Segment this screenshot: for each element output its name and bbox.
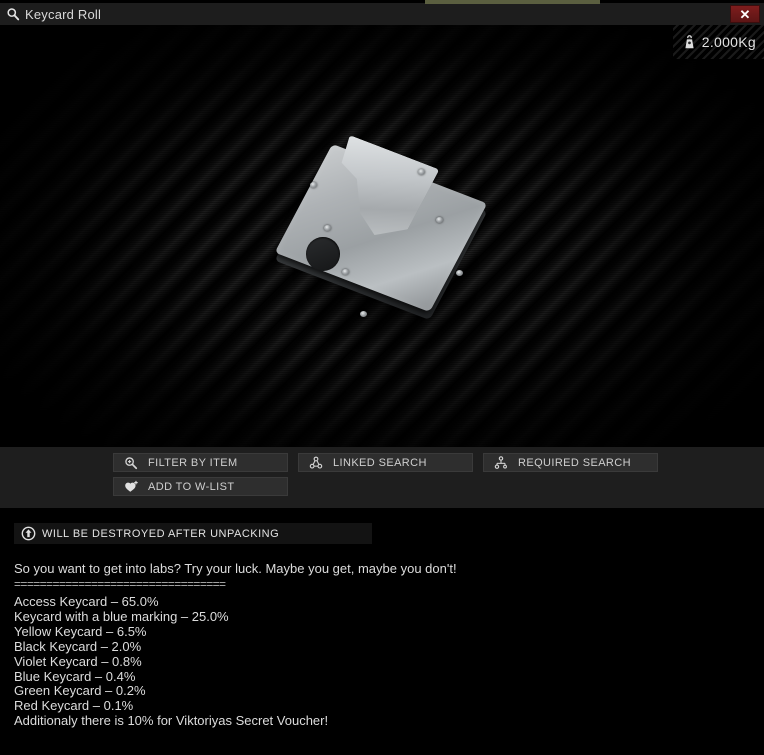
- item-preview-area: 2.000Kg: [0, 25, 764, 447]
- item-weight-badge: 2.000Kg: [672, 25, 764, 59]
- item-image: [274, 137, 488, 342]
- heart-plus-icon: [114, 478, 148, 495]
- linked-nodes-icon: [299, 454, 333, 471]
- add-to-wishlist-label: ADD TO W-LIST: [148, 480, 235, 493]
- rivet: [418, 169, 425, 175]
- required-nodes-icon: [484, 454, 518, 471]
- rivet: [360, 311, 367, 317]
- loot-row: Access Keycard – 65.0%: [14, 594, 159, 609]
- linked-search-label: LINKED SEARCH: [333, 456, 427, 469]
- loot-row: Blue Keycard – 0.4%: [14, 668, 136, 684]
- window-title: Keycard Roll: [25, 6, 102, 22]
- filter-by-item-button[interactable]: FILTER BY ITEM: [113, 453, 288, 472]
- loot-row: Black Keycard – 2.0%: [14, 638, 142, 654]
- action-row-primary: FILTER BY ITEM LINKED SEARCH REQUIRED SE…: [113, 453, 658, 472]
- magnifier-icon: [2, 3, 24, 25]
- unpack-arrow-icon: [14, 523, 42, 544]
- magnifier-plus-icon: [114, 454, 148, 471]
- linked-search-button[interactable]: LINKED SEARCH: [298, 453, 473, 472]
- destroyed-after-unpacking-banner: WILL BE DESTROYED AFTER UNPACKING: [14, 523, 372, 544]
- loot-row: Keycard with a blue marking – 25.0%: [14, 608, 229, 624]
- action-row-secondary: ADD TO W-LIST: [113, 477, 288, 496]
- loot-row: Yellow Keycard – 6.5%: [14, 623, 147, 639]
- loot-row: Red Keycard – 0.1%: [14, 698, 134, 714]
- description-separator: =================================: [14, 577, 226, 591]
- destroyed-after-unpacking-label: WILL BE DESTROYED AFTER UNPACKING: [42, 527, 280, 540]
- filter-by-item-label: FILTER BY ITEM: [148, 456, 238, 469]
- item-detail-window: Keycard Roll ✕ 2.000Kg FILTER BY ITEM LI…: [0, 0, 764, 755]
- description-footer: Additionaly there is 10% for Viktoriyas …: [14, 713, 329, 729]
- loot-table: Access Keycard – 65.0% Keycard with a bl…: [14, 594, 744, 714]
- weight-value: 2.000Kg: [701, 34, 756, 50]
- add-to-wishlist-button[interactable]: ADD TO W-LIST: [113, 477, 288, 496]
- accent-strip: [425, 0, 600, 4]
- rivet: [342, 269, 349, 275]
- required-search-button[interactable]: REQUIRED SEARCH: [483, 453, 658, 472]
- loot-row: Violet Keycard – 0.8%: [14, 653, 142, 669]
- weight-kettlebell-icon: [683, 34, 696, 50]
- description-intro: So you want to get into labs? Try your l…: [14, 561, 457, 576]
- close-button[interactable]: ✕: [730, 5, 760, 23]
- title-bar: Keycard Roll ✕: [0, 3, 764, 25]
- description-panel: WILL BE DESTROYED AFTER UNPACKING So you…: [0, 508, 764, 755]
- loot-row: Green Keycard – 0.2%: [14, 683, 146, 699]
- action-button-panel: FILTER BY ITEM LINKED SEARCH REQUIRED SE…: [0, 447, 764, 508]
- rivet: [436, 217, 443, 223]
- rivet: [324, 225, 331, 231]
- rivet: [310, 182, 317, 188]
- description-text: So you want to get into labs? Try your l…: [14, 561, 744, 729]
- rivet: [456, 270, 463, 276]
- required-search-label: REQUIRED SEARCH: [518, 456, 631, 469]
